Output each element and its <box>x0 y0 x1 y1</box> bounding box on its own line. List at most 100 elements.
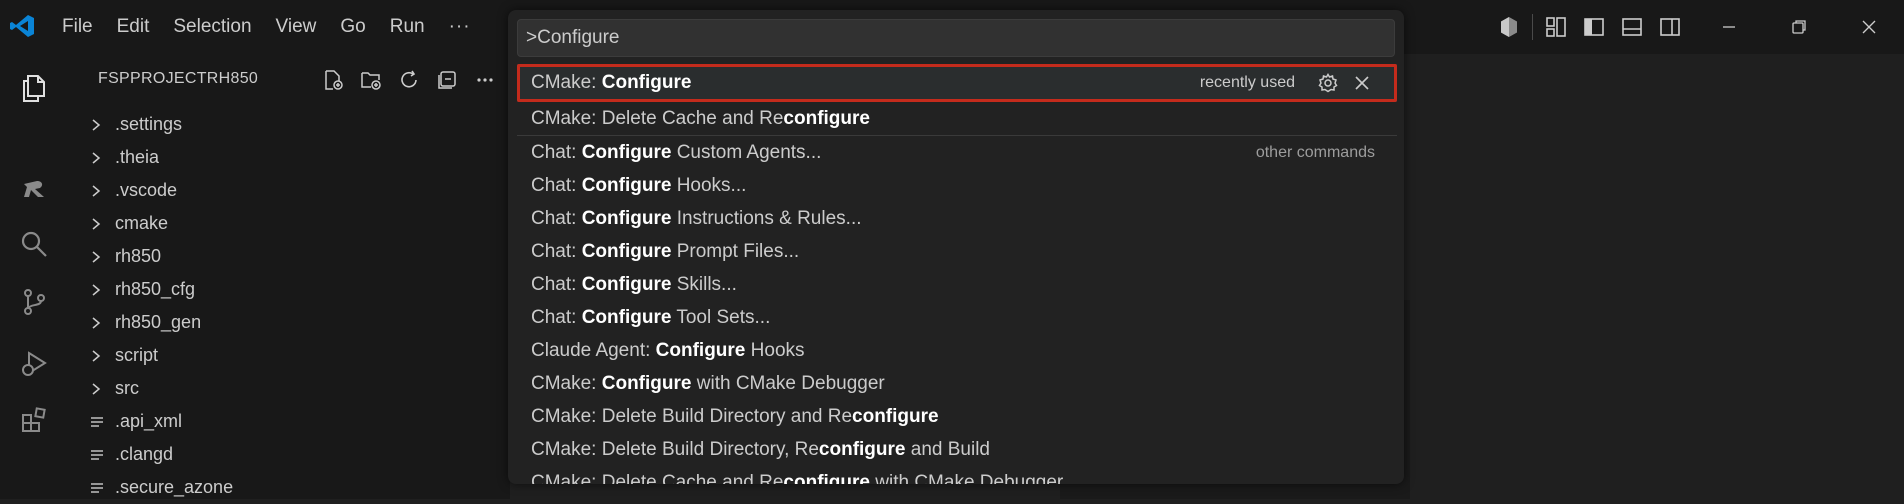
tree-folder[interactable]: cmake <box>68 207 510 240</box>
search-icon[interactable] <box>0 214 68 274</box>
tree-folder[interactable]: rh850_cfg <box>68 273 510 306</box>
chevron-right-icon <box>90 217 112 231</box>
chevron-right-icon <box>90 151 112 165</box>
command-label: Chat: Configure Instructions & Rules... <box>531 207 862 229</box>
tree-folder[interactable]: rh850_gen <box>68 306 510 339</box>
command-item[interactable]: Chat: Configure Custom Agents... other co… <box>517 135 1397 169</box>
menu-run[interactable]: Run <box>378 16 437 38</box>
remote-explorer-icon[interactable] <box>0 158 68 218</box>
selection-highlight <box>517 64 1397 102</box>
command-item[interactable]: CMake: Configure with CMake Debugger <box>517 367 1397 400</box>
file-tree: .settings .theia .vscode cmake rh850 rh8… <box>68 108 510 504</box>
tree-file-label: .api_xml <box>115 411 183 431</box>
command-label: Chat: Configure Skills... <box>531 273 737 295</box>
menu-file[interactable]: File <box>50 16 105 38</box>
menu-view[interactable]: View <box>264 16 329 38</box>
command-list: CMake: Configure recently used CMake: De… <box>517 64 1397 484</box>
explorer-sidebar: FSPPROJECTRH850 .settings .theia .vscode… <box>68 54 510 499</box>
file-lines-icon <box>90 448 112 462</box>
tree-file[interactable]: .secure_azone <box>68 471 510 504</box>
more-actions-icon[interactable] <box>466 64 504 96</box>
command-label: CMake: Delete Cache and Reconfigure with… <box>531 471 1064 485</box>
chevron-right-icon <box>90 316 112 330</box>
command-item[interactable]: Chat: Configure Skills... <box>517 268 1397 301</box>
chevron-right-icon <box>90 283 112 297</box>
tree-folder-label: src <box>115 378 139 398</box>
customize-layout-icon[interactable] <box>1537 0 1575 54</box>
file-lines-icon <box>90 481 112 495</box>
explorer-icon[interactable] <box>0 58 68 118</box>
command-label: CMake: Delete Build Directory and Reconf… <box>531 405 939 427</box>
chevron-right-icon <box>90 382 112 396</box>
tree-file-label: .secure_azone <box>115 477 234 497</box>
chevron-right-icon <box>90 118 112 132</box>
explorer-title: FSPPROJECTRH850 <box>98 70 259 87</box>
command-label: Chat: Configure Hooks... <box>531 174 747 196</box>
refresh-icon[interactable] <box>390 64 428 96</box>
toolbar-divider <box>1532 14 1533 40</box>
minimize-icon[interactable] <box>1694 0 1764 54</box>
new-file-icon[interactable] <box>314 64 352 96</box>
command-item-selected[interactable]: CMake: Configure recently used <box>517 64 1397 102</box>
command-item[interactable]: CMake: Delete Cache and Reconfigure with… <box>517 466 1397 485</box>
tree-file[interactable]: .api_xml <box>68 405 510 438</box>
command-label: Claude Agent: Configure Hooks <box>531 339 805 361</box>
run-debug-icon[interactable] <box>0 334 68 394</box>
tree-folder[interactable]: script <box>68 339 510 372</box>
menu-selection[interactable]: Selection <box>161 16 263 38</box>
tree-folder[interactable]: .vscode <box>68 174 510 207</box>
tree-folder-label: cmake <box>115 213 169 233</box>
extensions-icon[interactable] <box>0 390 68 450</box>
command-item[interactable]: Chat: Configure Hooks... <box>517 169 1397 202</box>
menu-edit[interactable]: Edit <box>105 16 162 38</box>
command-category-label: other commands <box>1255 143 1375 161</box>
command-palette-input[interactable]: >Configure <box>517 19 1395 57</box>
toggle-primary-sidebar-icon[interactable] <box>1575 0 1613 54</box>
tree-folder-label: rh850 <box>115 246 162 266</box>
menu-more-button[interactable]: ··· <box>437 16 483 38</box>
tree-folder-label: .settings <box>115 114 183 134</box>
command-item[interactable]: Chat: Configure Instructions & Rules... <box>517 202 1397 235</box>
command-label: Chat: Configure Tool Sets... <box>531 306 771 328</box>
tree-file[interactable]: .clangd <box>68 438 510 471</box>
source-control-icon[interactable] <box>0 272 68 332</box>
command-label: Chat: Configure Prompt Files... <box>531 240 800 262</box>
vscode-logo-icon <box>10 15 34 37</box>
command-label: CMake: Configure with CMake Debugger <box>531 372 885 394</box>
collapse-all-icon[interactable] <box>428 64 466 96</box>
toggle-panel-icon[interactable] <box>1613 0 1651 54</box>
tree-folder-label: .theia <box>115 147 160 167</box>
tree-folder-label: script <box>115 345 159 365</box>
command-item[interactable]: Claude Agent: Configure Hooks <box>517 334 1397 367</box>
command-label: CMake: Delete Cache and Reconfigure <box>531 107 870 129</box>
command-label: Chat: Configure Custom Agents... <box>531 141 822 163</box>
command-item[interactable]: CMake: Delete Cache and Reconfigure <box>517 102 1397 135</box>
tree-folder-label: rh850_gen <box>115 312 202 332</box>
command-item[interactable]: Chat: Configure Prompt Files... <box>517 235 1397 268</box>
activity-bar <box>0 54 68 499</box>
tree-folder[interactable]: src <box>68 372 510 405</box>
new-folder-icon[interactable] <box>352 64 390 96</box>
restore-icon[interactable] <box>1764 0 1834 54</box>
command-palette: >Configure CMake: Configure recently use… <box>508 10 1404 484</box>
menu-go[interactable]: Go <box>328 16 377 38</box>
command-item[interactable]: Chat: Configure Tool Sets... <box>517 301 1397 334</box>
menu-bar: File Edit Selection View Go Run ··· <box>50 0 483 54</box>
chevron-right-icon <box>90 184 112 198</box>
explorer-header: FSPPROJECTRH850 <box>68 54 510 104</box>
command-item[interactable]: CMake: Delete Build Directory and Reconf… <box>517 400 1397 433</box>
toggle-secondary-sidebar-icon[interactable] <box>1651 0 1689 54</box>
tree-folder[interactable]: .settings <box>68 108 510 141</box>
copilot-icon[interactable] <box>1490 0 1528 54</box>
command-item[interactable]: CMake: Delete Build Directory, Reconfigu… <box>517 433 1397 466</box>
command-label: CMake: Delete Build Directory, Reconfigu… <box>531 438 990 460</box>
tree-folder-label: rh850_cfg <box>115 279 196 299</box>
tree-folder[interactable]: rh850 <box>68 240 510 273</box>
file-lines-icon <box>90 415 112 429</box>
close-window-icon[interactable] <box>1834 0 1904 54</box>
chevron-right-icon <box>90 349 112 363</box>
tree-folder-label: .vscode <box>115 180 178 200</box>
chevron-right-icon <box>90 250 112 264</box>
tree-file-label: .clangd <box>115 444 174 464</box>
tree-folder[interactable]: .theia <box>68 141 510 174</box>
